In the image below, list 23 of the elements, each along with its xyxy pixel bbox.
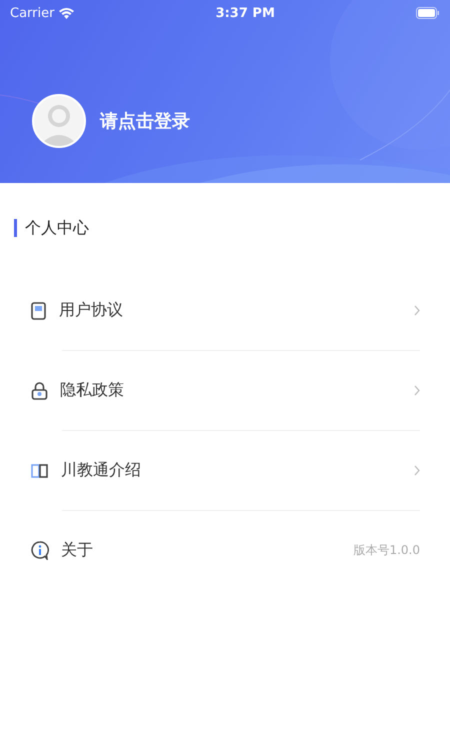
battery-icon <box>416 7 440 19</box>
section-title: 个人中心 <box>14 219 450 237</box>
info-icon <box>31 541 49 560</box>
menu-item[interactable]: 川教通介绍 <box>0 431 450 510</box>
book-icon <box>31 462 49 478</box>
chevron-icon <box>414 385 420 396</box>
version-label: 版本号1.0.0 <box>353 542 420 559</box>
menu-item[interactable]: 隐私政策 <box>0 351 450 430</box>
carrier-label: Carrier <box>10 6 54 20</box>
login-link[interactable]: 请点击登录 <box>100 109 190 133</box>
chevron-icon <box>414 465 420 476</box>
chevron-icon <box>414 305 420 316</box>
menu-item[interactable]: 关于 版本号1.0.0 <box>0 511 450 590</box>
clock-time: 3:37 PM <box>216 6 275 20</box>
menu-label: 隐私政策 <box>60 380 125 401</box>
avatar[interactable] <box>32 94 86 148</box>
menu-label: 关于 <box>61 540 94 561</box>
wifi-icon <box>59 8 74 18</box>
document-icon <box>31 302 47 320</box>
menu-item[interactable]: 用户协议 <box>0 271 450 350</box>
menu-label: 用户协议 <box>59 300 124 321</box>
menu-label: 川教通介绍 <box>61 460 142 481</box>
lock-icon <box>31 382 48 400</box>
